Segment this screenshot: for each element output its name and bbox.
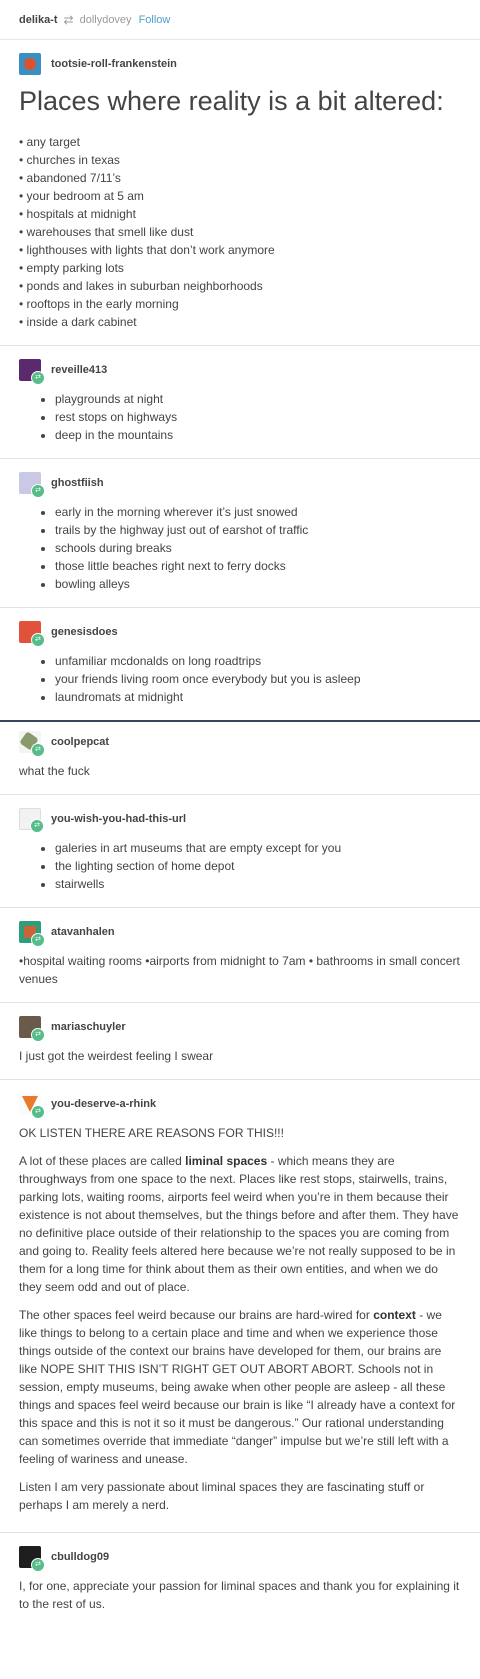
follow-link[interactable]: Follow bbox=[139, 14, 171, 26]
avatar[interactable]: ⇄ bbox=[19, 808, 44, 833]
context-bold: context bbox=[373, 1308, 416, 1322]
list-item: • abandoned 7/11’s bbox=[19, 171, 121, 185]
post-reblog: ⇄ coolpepcat what the fuck bbox=[0, 722, 480, 795]
list-item: deep in the mountains bbox=[55, 426, 461, 444]
list-item: unfamiliar mcdonalds on long roadtrips bbox=[55, 652, 461, 670]
post-text: •hospital waiting rooms •airports from m… bbox=[19, 954, 460, 986]
places-list: unfamiliar mcdonalds on long roadtrips y… bbox=[19, 652, 461, 706]
list-item: rest stops on highways bbox=[55, 408, 461, 426]
post-reblog: ⇄ reveille413 playgrounds at night rest … bbox=[0, 346, 480, 459]
post-text: what the fuck bbox=[19, 764, 90, 778]
avatar[interactable]: ⇄ bbox=[19, 1016, 45, 1042]
post-text: OK LISTEN THERE ARE REASONS FOR THIS!!! bbox=[19, 1126, 284, 1140]
places-list: early in the morning wherever it’s just … bbox=[19, 503, 461, 593]
reblog-badge-icon: ⇄ bbox=[31, 484, 45, 498]
list-item: playgrounds at night bbox=[55, 390, 461, 408]
avatar[interactable] bbox=[19, 53, 41, 75]
post-username[interactable]: mariaschuyler bbox=[51, 1021, 126, 1033]
post-paragraph: The other spaces feel weird because our … bbox=[19, 1308, 456, 1466]
post-paragraph: Listen I am very passionate about limina… bbox=[19, 1480, 425, 1512]
post-reblog: ⇄ ghostfiish early in the morning wherev… bbox=[0, 459, 480, 608]
post-username[interactable]: reveille413 bbox=[51, 364, 107, 376]
avatar[interactable]: ⇄ bbox=[19, 472, 45, 498]
list-item: stairwells bbox=[55, 875, 461, 893]
places-list: galeries in art museums that are empty e… bbox=[19, 839, 461, 893]
post-username[interactable]: coolpepcat bbox=[51, 736, 109, 748]
list-item: bowling alleys bbox=[55, 575, 461, 593]
list-item: • inside a dark cabinet bbox=[19, 315, 137, 329]
post-reblog: ⇄ mariaschuyler I just got the weirdest … bbox=[0, 1003, 480, 1080]
reblog-header: delika-t ⇄ dollydovey Follow bbox=[0, 0, 480, 40]
post-username[interactable]: genesisdoes bbox=[51, 626, 118, 638]
reblog-badge-icon: ⇄ bbox=[31, 371, 45, 385]
reblog-badge-icon: ⇄ bbox=[31, 743, 45, 757]
post-username[interactable]: cbulldog09 bbox=[51, 1551, 109, 1563]
reblog-badge-icon: ⇄ bbox=[31, 1558, 45, 1572]
avatar[interactable]: ⇄ bbox=[19, 1546, 45, 1572]
list-item: • any target bbox=[19, 135, 80, 149]
list-item: schools during breaks bbox=[55, 539, 461, 557]
list-item: early in the morning wherever it’s just … bbox=[55, 503, 461, 521]
list-item: • hospitals at midnight bbox=[19, 207, 136, 221]
post-reblog: ⇄ cbulldog09 I, for one, appreciate your… bbox=[0, 1533, 480, 1627]
reblog-badge-icon: ⇄ bbox=[31, 1028, 45, 1042]
list-item: • warehouses that smell like dust bbox=[19, 225, 194, 239]
list-item: • lighthouses with lights that don’t wor… bbox=[19, 243, 275, 257]
post-original: tootsie-roll-frankenstein Places where r… bbox=[0, 40, 480, 346]
post-username[interactable]: you-wish-you-had-this-url bbox=[51, 813, 186, 825]
avatar[interactable]: ⇄ bbox=[19, 359, 45, 385]
post-username[interactable]: you-deserve-a-rhink bbox=[51, 1098, 156, 1110]
list-item: galeries in art museums that are empty e… bbox=[55, 839, 461, 857]
reblog-badge-icon: ⇄ bbox=[31, 933, 45, 947]
reblog-badge-icon: ⇄ bbox=[31, 1105, 45, 1119]
list-item: trails by the highway just out of earsho… bbox=[55, 521, 461, 539]
avatar[interactable]: ⇄ bbox=[19, 921, 45, 947]
post-username[interactable]: ghostfiish bbox=[51, 477, 104, 489]
post-username[interactable]: atavanhalen bbox=[51, 926, 115, 938]
list-item: those little beaches right next to ferry… bbox=[55, 557, 461, 575]
list-item: • churches in texas bbox=[19, 153, 120, 167]
list-item: • rooftops in the early morning bbox=[19, 297, 179, 311]
post-reblog: ⇄ you-wish-you-had-this-url galeries in … bbox=[0, 795, 480, 908]
post-paragraph: A lot of these places are called liminal… bbox=[19, 1154, 459, 1294]
header-username[interactable]: delika-t bbox=[19, 14, 58, 26]
places-list: • any target • churches in texas • aband… bbox=[19, 133, 461, 331]
list-item: your friends living room once everybody … bbox=[55, 670, 461, 688]
avatar-face-icon bbox=[24, 58, 36, 70]
avatar[interactable]: ⇄ bbox=[19, 731, 45, 757]
avatar[interactable]: ⇄ bbox=[19, 1093, 45, 1119]
list-item: the lighting section of home depot bbox=[55, 857, 461, 875]
avatar[interactable]: ⇄ bbox=[19, 621, 45, 647]
post-title: Places where reality is a bit altered: bbox=[19, 86, 444, 116]
reblog-icon: ⇄ bbox=[63, 12, 74, 27]
list-item: • your bedroom at 5 am bbox=[19, 189, 144, 203]
post-username[interactable]: tootsie-roll-frankenstein bbox=[51, 58, 177, 70]
list-item: • ponds and lakes in suburban neighborho… bbox=[19, 279, 263, 293]
list-item: laundromats at midnight bbox=[55, 688, 461, 706]
post-reblog: ⇄ atavanhalen •hospital waiting rooms •a… bbox=[0, 908, 480, 1003]
list-item: • empty parking lots bbox=[19, 261, 124, 275]
reblog-badge-icon: ⇄ bbox=[31, 633, 45, 647]
reblog-badge-icon: ⇄ bbox=[30, 819, 44, 833]
header-source-username[interactable]: dollydovey bbox=[80, 14, 132, 26]
liminal-spaces-bold: liminal spaces bbox=[185, 1154, 268, 1168]
post-reblog: ⇄ you-deserve-a-rhink OK LISTEN THERE AR… bbox=[0, 1080, 480, 1533]
places-list: playgrounds at night rest stops on highw… bbox=[19, 390, 461, 444]
post-text: I just got the weirdest feeling I swear bbox=[19, 1049, 214, 1063]
post-text: I, for one, appreciate your passion for … bbox=[19, 1579, 460, 1611]
post-reblog: ⇄ genesisdoes unfamiliar mcdonalds on lo… bbox=[0, 608, 480, 722]
